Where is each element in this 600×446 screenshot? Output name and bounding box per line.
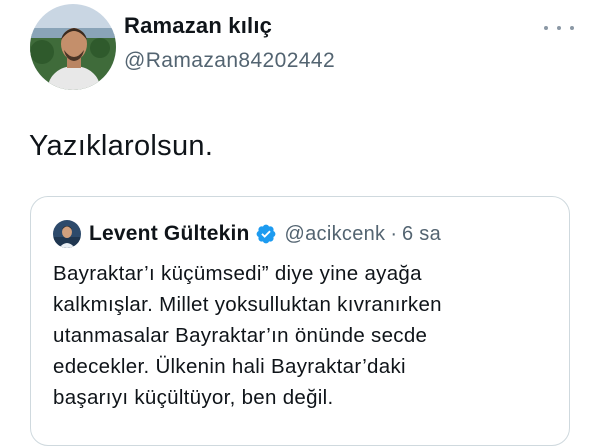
quoted-text-line: edecekler. Ülkenin hali Bayraktar’daki <box>53 355 406 378</box>
tweet-text: Yazıklarolsun. <box>29 130 214 162</box>
more-dot <box>570 26 574 30</box>
quoted-text-line: kalkmışlar. Millet yoksulluktan kıvranır… <box>53 293 442 316</box>
author-avatar[interactable] <box>30 4 116 90</box>
quoted-text-line: utanmasalar Bayraktar’ın önünde secde <box>53 324 428 347</box>
verified-badge-icon <box>255 223 277 245</box>
author-handle[interactable]: @Ramazan84202442 <box>124 48 335 74</box>
more-dot <box>544 26 548 30</box>
quoted-tweet-card[interactable]: Levent Gültekin @acikcenk · 6 sa Bayrakt… <box>30 196 570 446</box>
profile-photo-icon <box>53 220 81 248</box>
quoted-author-avatar[interactable] <box>53 220 81 248</box>
more-options-icon[interactable] <box>544 18 574 38</box>
separator-dot: · <box>390 222 398 245</box>
author-display-name[interactable]: Ramazan kılıç <box>124 12 272 40</box>
quoted-text-line: Bayraktar’ı küçümsedi” diye yine ayağa <box>53 262 422 285</box>
profile-photo-icon <box>30 4 116 90</box>
quoted-author-handle[interactable]: @acikcenk <box>285 223 386 246</box>
quoted-text-line: başarıyı küçültüyor, ben değil. <box>53 386 334 409</box>
quoted-author-name[interactable]: Levent Gültekin <box>89 222 250 246</box>
quoted-tweet-timestamp[interactable]: 6 sa <box>402 223 441 246</box>
more-dot <box>557 26 561 30</box>
quoted-tweet-text: Bayraktar’ı küçümsedi” diye yine ayağa k… <box>53 258 563 413</box>
quoted-tweet-header: Levent Gültekin @acikcenk · 6 sa <box>89 219 441 249</box>
